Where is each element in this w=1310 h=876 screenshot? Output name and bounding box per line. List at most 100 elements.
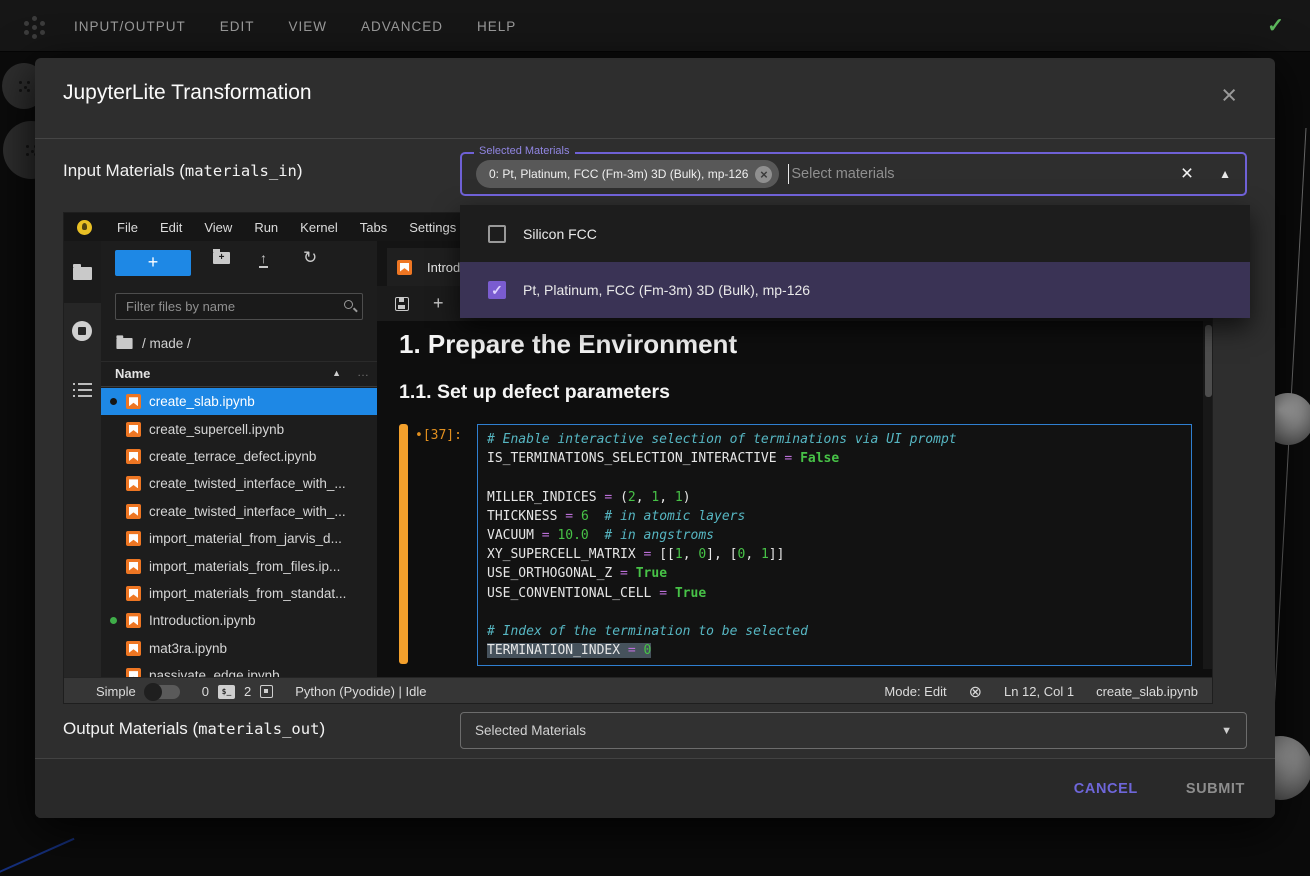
selected-materials-field-label: Selected Materials — [474, 145, 575, 157]
app-logo-icon[interactable] — [24, 16, 46, 38]
cursor-position[interactable]: Ln 12, Col 1 — [1004, 684, 1074, 699]
new-folder-icon[interactable]: + — [213, 252, 230, 264]
file-row[interactable]: mat3ra.ipynb — [101, 635, 377, 662]
running-sessions-icon[interactable] — [72, 321, 92, 341]
mode-indicator: Mode: Edit — [884, 684, 946, 699]
notebook-file-icon — [126, 668, 141, 677]
output-materials-label: Output Materials (materials_out) — [63, 719, 325, 739]
cancel-button[interactable]: CANCEL — [1074, 781, 1138, 797]
vertical-scrollbar[interactable] — [1203, 321, 1213, 669]
trust-shield-icon[interactable]: ⊗ — [969, 682, 982, 702]
app-bar: INPUT/OUTPUTEDITVIEWADVANCEDHELP ✓ — [0, 0, 1310, 52]
jupyter-menu-settings[interactable]: Settings — [398, 220, 467, 235]
selected-materials-field[interactable]: Selected Materials 0: Pt, Platinum, FCC … — [460, 152, 1247, 196]
search-icon — [344, 300, 353, 309]
notebook-file-icon — [126, 449, 141, 464]
kernel-count[interactable]: 2 — [244, 684, 251, 699]
appbar-menu-edit[interactable]: EDIT — [220, 19, 255, 34]
simple-mode-toggle[interactable] — [146, 685, 180, 699]
jupyter-activity-bar — [64, 241, 101, 677]
file-row[interactable]: Introduction.ipynb — [101, 607, 377, 634]
sort-caret-icon[interactable]: ▲ — [332, 368, 341, 378]
material-chip[interactable]: 0: Pt, Platinum, FCC (Fm-3m) 3D (Bulk), … — [476, 160, 779, 188]
jupyterlite-transformation-dialog: JupyterLite Transformation × Input Mater… — [35, 58, 1275, 818]
code-cell[interactable]: # Enable interactive selection of termin… — [477, 424, 1192, 666]
material-option[interactable]: Silicon FCC — [460, 205, 1250, 262]
cell-collapser-bar[interactable] — [399, 424, 408, 664]
status-filename: create_slab.ipynb — [1096, 684, 1198, 699]
markdown-heading-2: 1.1. Set up defect parameters — [399, 381, 670, 404]
file-row[interactable]: import_materials_from_standat... — [101, 580, 377, 607]
appbar-menu-help[interactable]: HELP — [477, 19, 516, 34]
kernel-status[interactable]: Python (Pyodide) | Idle — [295, 684, 426, 699]
material-option-label: Pt, Platinum, FCC (Fm-3m) 3D (Bulk), mp-… — [523, 282, 810, 298]
appbar-menu-input-output[interactable]: INPUT/OUTPUT — [74, 19, 186, 34]
material-option[interactable]: ✓ Pt, Platinum, FCC (Fm-3m) 3D (Bulk), mp… — [460, 262, 1250, 318]
file-list-header[interactable]: Name ▲ … — [101, 361, 377, 387]
dialog-footer: CANCEL SUBMIT — [35, 758, 1275, 818]
file-row[interactable]: import_material_from_jarvis_d... — [101, 525, 377, 552]
close-icon[interactable]: × — [1221, 82, 1237, 109]
chevron-down-icon: ▼ — [1221, 725, 1232, 737]
code-line: # Index of the termination to be selecte… — [487, 622, 1182, 641]
upload-icon[interactable]: ↑ — [259, 252, 268, 268]
notebook-file-icon — [126, 559, 141, 574]
submit-button[interactable]: SUBMIT — [1186, 781, 1245, 797]
appbar-menu-view[interactable]: VIEW — [289, 19, 328, 34]
folder-icon — [116, 338, 132, 349]
appbar-menu-advanced[interactable]: ADVANCED — [361, 19, 443, 34]
notebook-file-icon — [126, 504, 141, 519]
code-line: IS_TERMINATIONS_SELECTION_INTERACTIVE = … — [487, 449, 1182, 468]
jupyter-menu-file[interactable]: File — [106, 220, 149, 235]
save-icon[interactable] — [395, 297, 409, 311]
notebook-file-icon — [126, 641, 141, 656]
material-option-label: Silicon FCC — [523, 226, 597, 242]
code-line: MILLER_INDICES = (2, 1, 1) — [487, 488, 1182, 507]
file-row[interactable]: create_twisted_interface_with_... — [101, 470, 377, 497]
code-editor[interactable]: # Enable interactive selection of termin… — [487, 430, 1182, 660]
file-name: import_material_from_jarvis_d... — [149, 531, 342, 546]
file-row[interactable]: create_slab.ipynb — [101, 388, 377, 415]
material-chip-label: 0: Pt, Platinum, FCC (Fm-3m) 3D (Bulk), … — [489, 167, 748, 181]
notebook-file-icon — [126, 422, 141, 437]
clear-selection-icon[interactable]: × — [1181, 164, 1193, 184]
filter-files-input[interactable]: Filter files by name — [115, 293, 363, 320]
output-materials-select[interactable]: Selected Materials ▼ — [460, 712, 1247, 749]
chevron-up-icon[interactable]: ▲ — [1219, 167, 1231, 181]
select-materials-placeholder[interactable]: Select materials — [791, 166, 1180, 182]
jupyter-menu-run[interactable]: Run — [243, 220, 289, 235]
add-cell-icon[interactable]: + — [433, 293, 444, 314]
kernel-running-dot — [110, 617, 117, 624]
open-file-dot — [110, 398, 117, 405]
file-name: import_materials_from_files.ip... — [149, 559, 340, 574]
materials-options: Silicon FCC ✓ Pt, Platinum, FCC (Fm-3m) 3D… — [460, 205, 1250, 318]
terminal-icon: $_ — [218, 685, 235, 699]
checkbox-unchecked-icon[interactable] — [488, 225, 506, 243]
file-row[interactable]: create_supercell.ipynb — [101, 415, 377, 442]
chip-delete-icon[interactable]: × — [755, 166, 772, 183]
checkbox-checked-icon[interactable]: ✓ — [488, 281, 506, 299]
file-browser-icon[interactable] — [73, 267, 92, 280]
breadcrumb[interactable]: / made / — [115, 336, 191, 351]
code-line — [487, 468, 1182, 487]
kernel-chip-icon — [260, 685, 273, 698]
file-row[interactable]: create_twisted_interface_with_... — [101, 498, 377, 525]
file-row[interactable]: create_terrace_defect.ipynb — [101, 443, 377, 470]
more-icon[interactable]: … — [357, 365, 369, 379]
jupyter-menu-tabs[interactable]: Tabs — [349, 220, 398, 235]
table-of-contents-icon[interactable] — [73, 383, 92, 397]
dialog-title: JupyterLite Transformation — [63, 81, 312, 105]
jupyter-menu-edit[interactable]: Edit — [149, 220, 193, 235]
file-row[interactable]: import_materials_from_files.ip... — [101, 552, 377, 579]
notebook-file-icon — [126, 394, 141, 409]
jupyter-menu-kernel[interactable]: Kernel — [289, 220, 349, 235]
file-row[interactable]: passivate_edge.ipynb — [101, 662, 377, 677]
new-launcher-button[interactable]: + — [115, 250, 191, 276]
refresh-icon[interactable]: ↻ — [303, 250, 317, 266]
terminal-count[interactable]: 0 — [202, 684, 209, 699]
divider — [35, 138, 1275, 139]
code-line: USE_CONVENTIONAL_CELL = True — [487, 584, 1182, 603]
jupyter-menu-view[interactable]: View — [193, 220, 243, 235]
code-line: VACUUM = 10.0 # in angstroms — [487, 526, 1182, 545]
notebook-file-icon — [126, 586, 141, 601]
